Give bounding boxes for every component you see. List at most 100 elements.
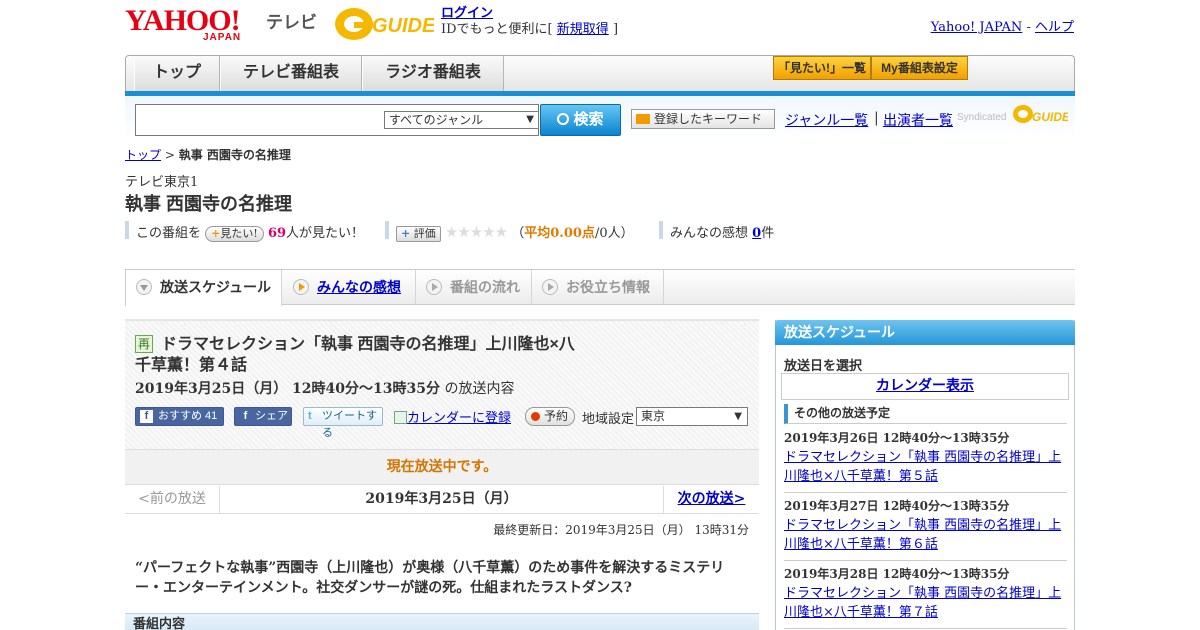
tab-reviews[interactable]: みんなの感想: [283, 270, 416, 304]
gguide-logo: GUIDE: [334, 5, 436, 43]
tab-schedule[interactable]: 放送スケジュール: [125, 270, 282, 306]
tab-info-label: お役立ち情報: [566, 279, 650, 295]
registered-keyword-button[interactable]: 登録したキーワード: [631, 109, 775, 129]
breadcrumb-current: 執事 西園寺の名推理: [178, 148, 291, 162]
my-settings-button[interactable]: My番組表設定: [871, 56, 968, 80]
rerun-badge: 再: [135, 335, 153, 353]
record-dot-icon: [531, 412, 540, 421]
schedule-item-link[interactable]: ドラマセレクション「執事 西園寺の名推理」上川隆也×八千草薫！第７話: [784, 586, 1061, 620]
link-separator: -: [1022, 20, 1035, 35]
link-separator: |: [874, 110, 879, 126]
plus-icon: +: [401, 227, 411, 240]
dropdown-arrow-icon: ▼: [734, 411, 742, 422]
divider: [784, 560, 1067, 561]
next-broadcast-link[interactable]: 次の放送>: [678, 491, 746, 507]
nav-tab-top[interactable]: トップ: [134, 56, 220, 92]
rating-count: /0人）: [594, 226, 634, 241]
schedule-item-link[interactable]: ドラマセレクション「執事 西園寺の名推理」上川隆也×八千草薫！第５話: [784, 450, 1061, 484]
caret-down-icon: [636, 114, 650, 124]
program-content-heading: 番組内容: [125, 613, 759, 630]
episode-datetime-suffix: の放送内容: [440, 381, 515, 397]
nav-tab-tv-listings[interactable]: テレビ番組表: [220, 56, 362, 92]
broadcast-pager: <前の放送 2019年3月25日（月） 次の放送>: [125, 486, 759, 514]
signup-link[interactable]: 新規取得: [557, 22, 609, 37]
search-icon: [557, 113, 570, 125]
want-list-button[interactable]: 「見たい!」一覧: [773, 56, 871, 80]
divider: [784, 492, 1067, 493]
tab-info: お役立ち情報: [532, 270, 664, 304]
yahoo-logo-text: YAHOO!: [125, 4, 241, 37]
calendar-display-link[interactable]: カレンダー表示: [876, 378, 974, 394]
login-prompt: IDでもっと便利に[: [441, 22, 553, 37]
reviews-row: みんなの感想 0件: [670, 222, 774, 241]
tab-schedule-label: 放送スケジュール: [160, 279, 272, 295]
rating-average: 平均0.00点: [524, 226, 595, 241]
reserve-button[interactable]: 予約: [525, 407, 575, 426]
svg-text:GUIDE: GUIDE: [372, 15, 434, 37]
episode-title-line1: ドラマセレクション「執事 西園寺の名推理」上川隆也×八: [161, 336, 575, 353]
play-arrow-icon: [426, 279, 442, 295]
login-box: ログイン IDでもっと便利に[ 新規取得 ]: [441, 6, 618, 38]
episode-datetime: 2019年3月25日（月） 12時40分～13時35分 の放送内容: [135, 378, 514, 398]
yahoo-japan-link[interactable]: Yahoo! JAPAN: [931, 20, 1023, 35]
fb-recommend-label: おすすめ 41: [158, 410, 218, 422]
calendar-register[interactable]: カレンダーに登録: [394, 407, 511, 426]
reviews-count-link[interactable]: 0: [752, 226, 761, 241]
yahoo-japan-logo[interactable]: YAHOO! JAPAN: [125, 4, 265, 44]
breadcrumb-sep: >: [161, 148, 179, 162]
cast-list-link[interactable]: 出演者一覧: [883, 110, 953, 130]
genre-selected: すべてのジャンル: [389, 113, 484, 127]
rating-open: （: [511, 226, 525, 241]
schedule-item-date: 2019年3月26日 12時40分～13時35分: [784, 431, 1010, 445]
facebook-recommend-button[interactable]: f おすすめ 41: [135, 407, 224, 426]
help-link[interactable]: ヘルプ: [1035, 20, 1074, 35]
schedule-item: 2019年3月28日 12時40分～13時35分 ドラマセレクション「執事 西園…: [784, 565, 1067, 629]
login-link[interactable]: ログイン: [441, 6, 493, 21]
top-links: Yahoo! JAPAN - ヘルプ: [931, 16, 1074, 35]
region-select[interactable]: 東京 ▼: [636, 407, 748, 426]
want-count: 69: [267, 226, 287, 241]
prev-broadcast: <前の放送: [125, 486, 220, 513]
region-selected: 東京: [641, 409, 666, 423]
episode-datetime-value: 2019年3月25日（月） 12時40分～13時35分: [135, 381, 440, 397]
genre-list-link[interactable]: ジャンル一覧: [785, 110, 868, 130]
calendar-icon: [394, 411, 407, 424]
rate-button-label: 評価: [413, 227, 436, 240]
reviews-unit: 件: [761, 226, 775, 241]
tweet-button[interactable]: t ツイートする: [303, 407, 383, 439]
divider: [385, 221, 389, 239]
chevron-down-icon: [136, 279, 152, 295]
want-suffix: 人が見たい！: [286, 226, 365, 241]
twitter-bird-icon: t: [308, 410, 312, 422]
schedule-item: 2019年3月27日 12時40分～13時35分 ドラマセレクション「執事 西園…: [784, 497, 1067, 561]
other-schedule-heading: その他の放送予定: [784, 404, 1067, 424]
breadcrumb: トップ > 執事 西園寺の名推理: [125, 146, 291, 163]
calendar-register-link[interactable]: カレンダーに登録: [407, 411, 511, 426]
breadcrumb-top[interactable]: トップ: [125, 148, 161, 162]
want-button[interactable]: +見たい!: [205, 226, 264, 242]
facebook-share-button[interactable]: f シェア: [234, 407, 292, 426]
reviews-label: みんなの感想: [670, 226, 749, 241]
last-updated: 最終更新日：2019年3月25日（月） 13時31分: [493, 523, 749, 537]
episode-description: “パーフェクトな執事”西園寺（上川隆也）が奥様（八千草薫）のため事件を解決するミ…: [135, 560, 725, 596]
rate-button[interactable]: + 評価: [396, 226, 441, 242]
genre-select[interactable]: すべてのジャンル ▼: [384, 111, 539, 129]
tab-flow: 番組の流れ: [416, 270, 532, 304]
signup-close: ]: [612, 22, 619, 37]
sidebar-heading: 放送スケジュール: [775, 320, 1075, 345]
search-button[interactable]: 検索: [540, 104, 621, 136]
want-prefix: この番組を: [136, 226, 202, 241]
nav-tab-radio-listings[interactable]: ラジオ番組表: [362, 56, 504, 92]
tab-flow-label: 番組の流れ: [450, 279, 520, 295]
gguide-small-logo: GUIDE: [1012, 102, 1071, 126]
want-to-watch-row: この番組を +見たい! 69人が見たい！: [136, 222, 364, 242]
play-arrow-icon: [293, 279, 309, 295]
want-button-label: 見たい!: [220, 227, 258, 240]
search-button-label: 検索: [573, 111, 604, 128]
tab-reviews-label[interactable]: みんなの感想: [317, 279, 401, 295]
region-label: 地域設定: [582, 412, 635, 427]
facebook-icon: f: [140, 410, 153, 423]
episode-title: ドラマセレクション「執事 西園寺の名推理」上川隆也×八 千草薫！第４話: [135, 334, 591, 376]
social-row: f おすすめ 41 f シェア t ツイートする カレンダーに登録 予約 地域設定 東…: [135, 407, 755, 439]
schedule-item-link[interactable]: ドラマセレクション「執事 西園寺の名推理」上川隆也×八千草薫！第６話: [784, 518, 1061, 552]
